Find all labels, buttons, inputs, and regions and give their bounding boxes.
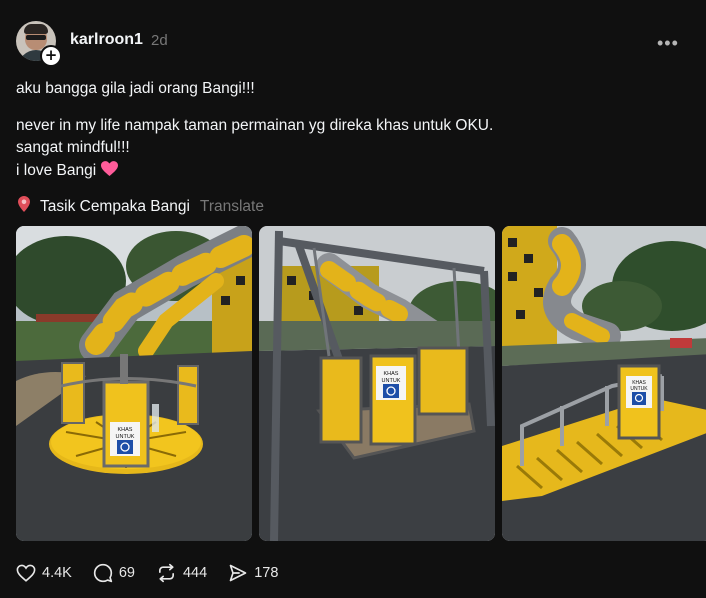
post-photo-1[interactable]: KHAS UNTUK (16, 226, 252, 541)
username[interactable]: karlroon1 (70, 31, 143, 49)
post-photo-2[interactable]: KHAS UNTUK (259, 226, 495, 541)
comment-icon (93, 563, 113, 583)
location-pin-icon (18, 196, 30, 217)
sign-text-1: KHAS (118, 427, 133, 433)
post-time: 2d (151, 32, 168, 49)
avatar[interactable]: + (16, 21, 62, 67)
share-count: 178 (254, 565, 279, 581)
post-text-line-2: never in my life nampak taman permainan … (16, 117, 494, 134)
repost-icon (158, 563, 174, 583)
sign-text-3: KHAS (384, 371, 399, 377)
post-text-line-1: aku bangga gila jadi orang Bangi!!! (16, 80, 255, 97)
post-photo-3[interactable]: KHAS UNTUK (502, 226, 706, 541)
post-text-line-4: i love Bangi (16, 161, 119, 181)
heart-icon (16, 564, 36, 582)
repost-button[interactable]: 444 (156, 563, 207, 583)
like-count: 4.4K (42, 565, 72, 581)
post-actions: 4.4K 69 444 178 (16, 563, 299, 583)
more-options-icon[interactable]: ••• (657, 33, 679, 54)
location-name[interactable]: Tasik Cempaka Bangi (40, 198, 190, 216)
share-button[interactable]: 178 (228, 563, 278, 583)
pink-heart-icon (101, 161, 119, 181)
sign-text-4: UNTUK (382, 378, 401, 384)
translate-link[interactable]: Translate (200, 198, 264, 216)
sign-text-6: UNTUK (630, 386, 648, 392)
sign-text-2: UNTUK (116, 434, 135, 440)
send-icon (229, 564, 247, 582)
location-tag[interactable]: Tasik Cempaka Bangi Translate (18, 196, 264, 217)
like-button[interactable]: 4.4K (16, 564, 72, 582)
threads-post: + karlroon1 2d ••• aku bangga gila jadi … (0, 0, 706, 598)
reply-button[interactable]: 69 (93, 563, 135, 583)
repost-count: 444 (182, 565, 208, 581)
post-text-line-4-text: i love Bangi (16, 162, 97, 180)
post-text-line-3: sangat mindful!!! (16, 139, 130, 156)
follow-plus-icon[interactable]: + (40, 45, 62, 67)
reply-count: 69 (118, 565, 135, 581)
